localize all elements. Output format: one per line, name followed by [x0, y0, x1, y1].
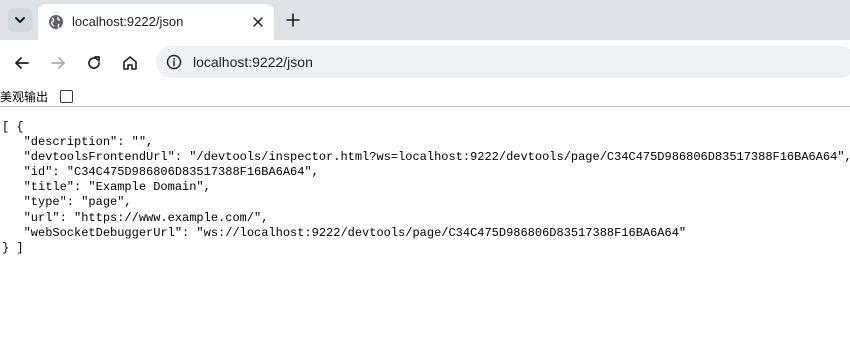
- pretty-print-label: 美观输出: [0, 90, 49, 104]
- address-bar[interactable]: localhost:9222/json: [156, 46, 850, 78]
- home-icon[interactable]: [120, 53, 140, 73]
- tab-strip: localhost:9222/json: [0, 0, 850, 40]
- json-line: "webSocketDebuggerUrl": "ws://localhost:…: [2, 225, 687, 240]
- reload-icon[interactable]: [84, 53, 104, 73]
- globe-icon: [49, 15, 63, 29]
- tab-active[interactable]: localhost:9222/json: [38, 4, 274, 40]
- json-content: [ { "description": "", "devtoolsFrontend…: [2, 120, 850, 256]
- json-line: "description": "",: [2, 135, 154, 150]
- json-line: "type": "page",: [2, 195, 132, 210]
- pretty-print-checkbox[interactable]: [60, 90, 73, 103]
- forward-arrow-icon[interactable]: [48, 53, 68, 73]
- back-arrow-icon[interactable]: [12, 53, 32, 73]
- close-icon[interactable]: [250, 14, 266, 30]
- site-info-icon[interactable]: [166, 54, 182, 70]
- tab-search-button[interactable]: [8, 8, 32, 32]
- json-line: "id": "C34C475D986806D83517388F16BA6A64"…: [2, 165, 319, 180]
- pretty-print-bar: 美观输出: [0, 86, 850, 107]
- url-text[interactable]: localhost:9222/json: [193, 54, 313, 70]
- json-line: "url": "https://www.example.com/",: [2, 210, 269, 225]
- tab-title: localhost:9222/json: [72, 14, 184, 29]
- json-line: "devtoolsFrontendUrl": "/devtools/inspec…: [2, 150, 850, 165]
- browser-toolbar: localhost:9222/json: [0, 40, 850, 86]
- json-line: [ {: [2, 120, 24, 134]
- new-tab-plus-icon[interactable]: [283, 10, 303, 30]
- json-line: } ]: [2, 240, 24, 255]
- chevron-down-icon: [15, 17, 25, 23]
- json-line: "title": "Example Domain",: [2, 180, 211, 195]
